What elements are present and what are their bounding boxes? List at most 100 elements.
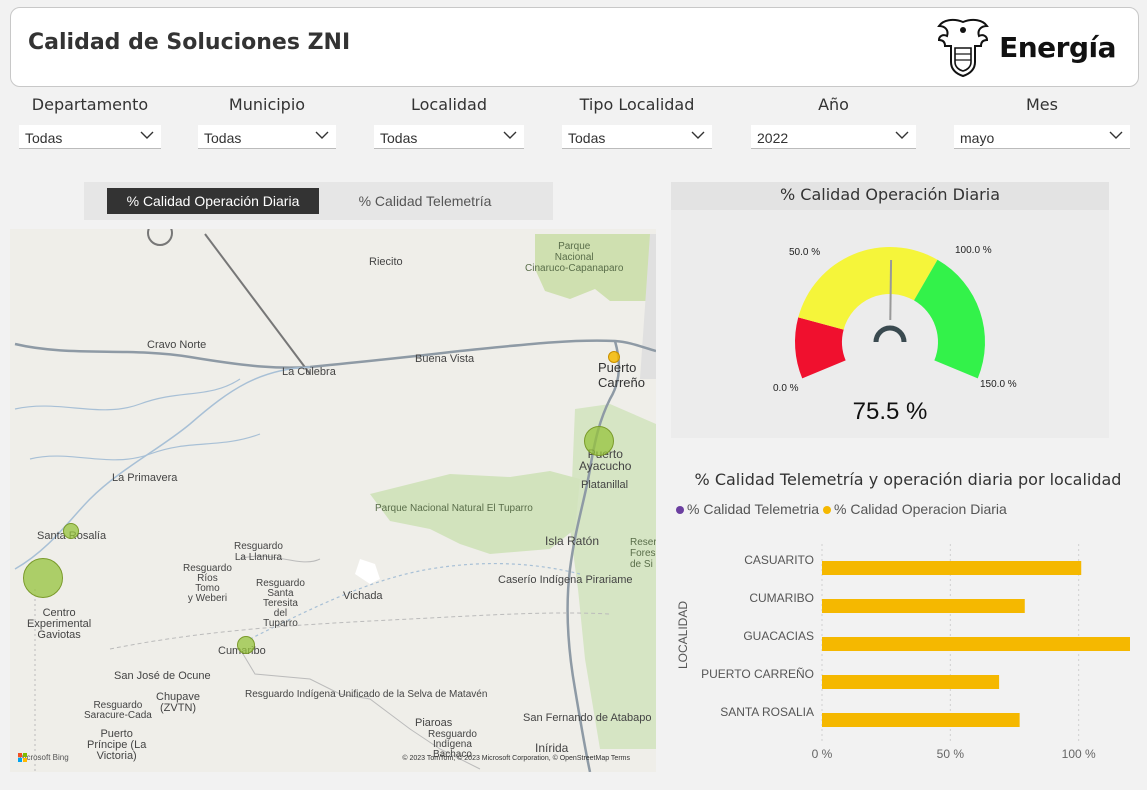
bar-chart-title: % Calidad Telemetría y operación diaria … <box>694 470 1122 489</box>
filter-label: Año <box>818 95 849 114</box>
map-label: Puerto Carreño <box>598 360 645 390</box>
dropdown-value: Todas <box>568 130 606 146</box>
bar-chart: 0 % 50 % 100 % CASUARITO CUMARIBO GUACACIAS PU… <box>676 544 1130 761</box>
bar <box>822 599 1025 613</box>
x-tick-label: 0 % <box>812 747 833 761</box>
bar <box>822 713 1020 727</box>
filter-tipo-localidad: Tipo Localidad Todas <box>562 95 712 149</box>
municipio-dropdown[interactable]: Todas <box>198 125 336 149</box>
dropdown-value: Todas <box>204 130 242 146</box>
map-label: Cravo Norte <box>147 339 207 351</box>
map-label: Inírida <box>535 741 569 755</box>
dropdown-value: Todas <box>380 130 418 146</box>
map-label: Isla Ratón <box>545 534 600 548</box>
map-label: Parque Nacional Cinaruco-Capanaparo <box>525 241 624 274</box>
map-bubble-puerto-carreno[interactable] <box>608 351 620 363</box>
tipo-localidad-dropdown[interactable]: Todas <box>562 125 712 149</box>
bing-logo: Microsoft Bing <box>18 753 69 762</box>
toggle-operacion-diaria[interactable]: % Calidad Operación Diaria <box>107 188 319 214</box>
map-attribution[interactable]: © 2023 TomTom, © 2023 Microsoft Corporat… <box>402 755 630 762</box>
map-label: ReservForesde Si <box>630 537 656 570</box>
x-tick-label: 50 % <box>937 747 965 761</box>
bar <box>822 637 1130 651</box>
map-label: Parque Nacional Natural El Tuparro <box>375 503 533 514</box>
map-label: Caserío Indígena Pirariame <box>498 574 633 586</box>
bar-chart-legend: % Calidad Telemetria % Calidad Operacion… <box>676 501 1007 517</box>
map-label: Resguardo Ríos Tomo y Weberi <box>183 563 232 604</box>
y-axis-title: LOCALIDAD <box>676 601 690 669</box>
map-label: Chupave (ZVTN) <box>156 691 201 714</box>
map-label: Resguardo La Llanura <box>234 541 283 563</box>
brand-name: Energía <box>999 30 1116 64</box>
y-category-label: CASUARITO <box>744 553 814 567</box>
map-bubble-puerto-ayacucho[interactable] <box>584 426 614 456</box>
ano-dropdown[interactable]: 2022 <box>751 125 916 149</box>
legend-item-operacion[interactable]: % Calidad Operacion Diaria <box>823 501 1007 517</box>
legend-dot <box>676 506 684 514</box>
mes-dropdown[interactable]: mayo <box>954 125 1130 149</box>
toggle-telemetria[interactable]: % Calidad Telemetría <box>319 188 531 214</box>
map-label: San José de Ocune <box>114 670 211 682</box>
chevron-down-icon <box>1109 131 1123 139</box>
map-label: Buena Vista <box>415 353 475 365</box>
filter-label: Municipio <box>228 95 306 114</box>
map-label: Piaroas <box>415 717 453 729</box>
coat-of-arms-icon <box>937 18 989 78</box>
map-label: Riecito <box>369 256 403 268</box>
y-category-label: SANTA ROSALIA <box>720 705 814 719</box>
map-label: Platanillal <box>581 479 629 491</box>
energia-logo: Energía <box>935 16 1116 78</box>
gauge-tick-50: 50.0 % <box>789 247 821 258</box>
chevron-down-icon <box>503 131 517 139</box>
filter-ano: Año 2022 <box>751 95 916 149</box>
map-label: Vichada <box>343 590 383 602</box>
microsoft-logo-icon <box>18 753 27 762</box>
page-title: Calidad de Soluciones ZNI <box>28 30 351 55</box>
map-label: La Culebra <box>282 366 336 378</box>
map-label: Resguardo Santa Teresita del Tuparro <box>256 578 305 629</box>
map-label: Puerto Príncipe (La Victoria) <box>87 728 147 762</box>
map-view[interactable]: Parque Nacional Cinaruco-Capanaparo Riecit… <box>10 229 656 772</box>
chevron-down-icon <box>140 131 154 139</box>
filter-localidad: Localidad Todas <box>374 95 524 149</box>
x-tick-label: 100 % <box>1062 747 1096 761</box>
map-label: Centro Experimental Gaviotas <box>27 607 92 641</box>
bar <box>822 675 1000 689</box>
gauge-hub <box>873 325 907 343</box>
header-card: Calidad de Soluciones ZNI Energía <box>10 7 1139 87</box>
map-bubble-santa-rosalia[interactable] <box>63 523 79 539</box>
bar <box>822 561 1082 575</box>
localidad-dropdown[interactable]: Todas <box>374 125 524 149</box>
dropdown-value: 2022 <box>757 130 789 146</box>
filter-municipio: Municipio Todas <box>198 95 336 149</box>
map-bubble-cumaribo[interactable] <box>237 636 255 654</box>
gauge-tick-100: 100.0 % <box>955 245 992 256</box>
metric-toggle: % Calidad Operación Diaria % Calidad Tel… <box>84 182 553 220</box>
dropdown-value: Todas <box>25 130 63 146</box>
gauge-value: 75.5 % <box>852 398 928 425</box>
filter-label: Tipo Localidad <box>579 95 695 114</box>
map-label: San Fernando de Atabapo <box>523 712 652 724</box>
filter-label: Localidad <box>410 95 488 114</box>
filter-departamento: Departamento Todas <box>19 95 161 149</box>
map-label: Resguardo Indígena Unificado de la Selva… <box>245 689 488 700</box>
filter-label: Departamento <box>31 95 149 114</box>
dropdown-value: mayo <box>960 130 995 146</box>
filter-mes: Mes mayo <box>954 95 1130 149</box>
map-bubble-gaviotas[interactable] <box>23 558 63 598</box>
legend-item-telemetria[interactable]: % Calidad Telemetria <box>676 501 819 517</box>
chevron-down-icon <box>315 131 329 139</box>
y-category-label: CUMARIBO <box>749 591 814 605</box>
y-category-label: PUERTO CARREÑO <box>701 667 814 681</box>
map-label: La Primavera <box>112 472 178 484</box>
filter-label: Mes <box>1026 95 1058 114</box>
departamento-dropdown[interactable]: Todas <box>19 125 161 149</box>
map-label: Resguardo Saracure-Cada <box>84 700 152 721</box>
gauge-band-mid <box>798 247 938 330</box>
gauge-card: % Calidad Operación Diaria 50.0 % 100.0 … <box>671 182 1109 438</box>
legend-dot <box>823 506 832 514</box>
gauge-needle <box>889 259 893 321</box>
gauge-tick-max: 150.0 % <box>980 379 1017 390</box>
y-category-label: GUACACIAS <box>743 629 814 643</box>
gauge-tick-min: 0.0 % <box>773 383 799 394</box>
